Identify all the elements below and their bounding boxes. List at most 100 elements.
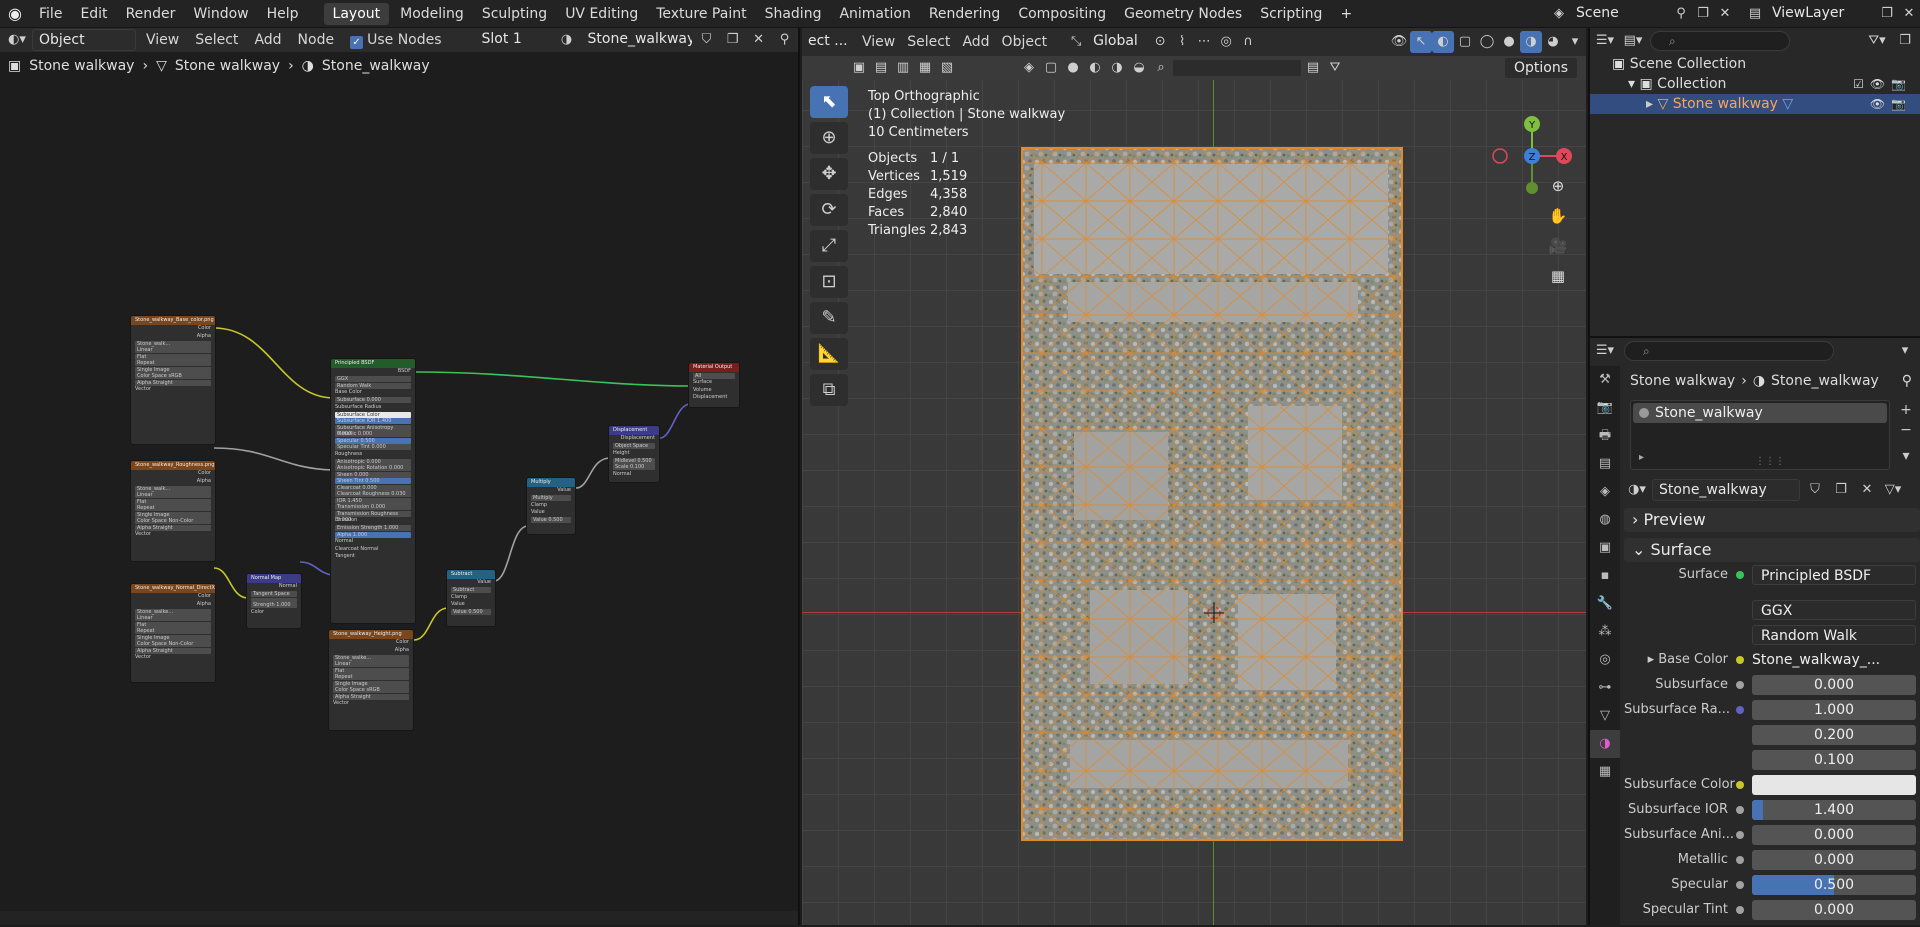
math-subtract-node[interactable]: Subtract Value Subtract Clamp Value Valu… — [446, 569, 496, 627]
math-multiply-node[interactable]: Multiply Value Multiply Clamp Value Valu… — [526, 477, 576, 535]
view-layer-icon[interactable]: ▤ — [1744, 3, 1766, 25]
cursor-tool-icon[interactable]: ⊕ — [810, 122, 848, 154]
expand-icon[interactable]: ▸ — [1639, 452, 1644, 463]
color-space-dropdown[interactable]: Color Space sRGB — [333, 687, 409, 693]
texture-tab-icon[interactable]: ▦ — [1590, 758, 1620, 786]
slot-menu-icon[interactable]: ▾ — [1896, 446, 1916, 466]
node-field[interactable]: Subsurface IOR 1.400 — [335, 418, 411, 424]
view-filter-icon[interactable]: ● — [1062, 57, 1084, 79]
image-texture-node-base-color[interactable]: Stone_walkway_Base_color.png Color Alpha… — [130, 315, 216, 445]
duplicate-material-icon[interactable]: ❐ — [1830, 479, 1852, 501]
collection-tab-icon[interactable]: ▣ — [1590, 534, 1620, 562]
scene-tab-icon[interactable]: ◈ — [1590, 478, 1620, 506]
physics-tab-icon[interactable]: ◎ — [1590, 646, 1620, 674]
perspective-grid-icon[interactable]: ▦ — [1544, 262, 1572, 290]
properties-search-input[interactable]: ⌕ — [1624, 341, 1834, 361]
interpolation-dropdown[interactable]: Linear — [135, 615, 211, 621]
distribution-dropdown[interactable]: GGX — [1752, 599, 1916, 620]
node-field[interactable]: Transmission Roughness 0.000 — [335, 510, 411, 523]
options-icon[interactable]: ▾ — [1894, 340, 1916, 362]
orientation-dropdown[interactable]: Global — [1087, 31, 1149, 53]
falloff-icon[interactable]: ∩ — [1237, 31, 1259, 53]
extension-dropdown[interactable]: Repeat — [333, 674, 409, 680]
material-slot-item[interactable]: Stone_walkway — [1633, 403, 1887, 423]
alpha-dropdown[interactable]: Alpha Straight — [333, 693, 409, 700]
visibility-toggles[interactable]: ☑👁📷 — [1853, 74, 1912, 94]
node-field[interactable]: Subsurface Anisotropy 0.000 — [335, 424, 411, 437]
view-layer-field[interactable]: ViewLayer — [1766, 3, 1876, 25]
node-field[interactable]: Specular 0.500 — [335, 437, 411, 444]
view-filter-icon[interactable]: ◑ — [1106, 57, 1128, 79]
transform-orientation-icon[interactable]: ⤡ — [1065, 31, 1087, 53]
tab-rendering[interactable]: Rendering — [920, 0, 1010, 28]
view-filter-icon[interactable]: ◒ — [1128, 57, 1150, 79]
menu-select[interactable]: Select — [901, 34, 956, 50]
interaction-mode-dropdown[interactable]: ect ... — [802, 31, 856, 53]
editor-type-icon[interactable]: ☰▾ — [1594, 340, 1616, 362]
alpha-dropdown[interactable]: Alpha Straight — [135, 524, 211, 531]
scale-field[interactable]: Scale 0.100 — [613, 464, 655, 470]
tab-uv-editing[interactable]: UV Editing — [556, 0, 647, 28]
shading-material-icon[interactable]: ◑ — [1520, 31, 1542, 53]
shading-options-icon[interactable]: ▾ — [1564, 31, 1586, 53]
visibility-icon[interactable]: 👁 — [1388, 31, 1410, 53]
view-filter-icon[interactable]: ▢ — [1040, 57, 1062, 79]
principled-bsdf-node[interactable]: Principled BSDF BSDF GGX Random Walk Bas… — [330, 358, 416, 624]
chevron-down-icon[interactable]: ▾ — [1628, 76, 1635, 92]
view-filter-icon[interactable]: ◐ — [1084, 57, 1106, 79]
scale-tool-icon[interactable]: ⤢ — [810, 230, 848, 262]
proportional-edit-icon[interactable]: ◎ — [1215, 31, 1237, 53]
image-field[interactable]: Stone_walk... — [135, 485, 211, 492]
operation-dropdown[interactable]: Multiply — [531, 495, 571, 501]
add-cube-tool-icon[interactable]: ⧉ — [810, 374, 848, 406]
tab-animation[interactable]: Animation — [830, 0, 919, 28]
editor-type-icon[interactable]: ☰▾ — [1594, 30, 1616, 52]
snap-target-icon[interactable]: ⋯ — [1193, 31, 1215, 53]
node-field[interactable]: Metallic 0.000 — [335, 431, 411, 437]
value-field[interactable]: Value 0.500 — [451, 609, 491, 615]
subsurface-method-dropdown[interactable]: Random Walk — [335, 382, 411, 389]
interpolation-dropdown[interactable]: Linear — [135, 347, 211, 353]
stone-walkway-mesh[interactable] — [1020, 144, 1404, 844]
subsurface-method-dropdown[interactable]: Random Walk — [1752, 624, 1916, 645]
source-dropdown[interactable]: Single Image — [135, 634, 211, 641]
source-dropdown[interactable]: Single Image — [333, 680, 409, 687]
unlink-material-icon[interactable]: ✕ — [1856, 479, 1878, 501]
select-box-tool-icon[interactable]: ⬉ — [810, 86, 848, 118]
modifier-tab-icon[interactable]: 🔧 — [1590, 590, 1620, 618]
extension-dropdown[interactable]: Repeat — [135, 505, 211, 511]
overlay-toggle-icon[interactable]: ◐ — [1432, 31, 1454, 53]
menu-edit[interactable]: Edit — [71, 0, 116, 28]
render-tab-icon[interactable]: 📷 — [1590, 394, 1620, 422]
select-mode-intersect-icon[interactable]: ▧ — [936, 57, 958, 79]
material-slot-list[interactable]: Stone_walkway ▸ ⋮⋮⋮ — [1630, 400, 1890, 470]
output-tab-icon[interactable]: 🖶 — [1590, 422, 1620, 450]
material-browse-icon[interactable]: ◑▾ — [1626, 479, 1648, 501]
menu-render[interactable]: Render — [117, 0, 185, 28]
node-field[interactable]: Clearcoat Roughness 0.030 — [335, 491, 411, 497]
snap-icon[interactable]: ⌇ — [1171, 31, 1193, 53]
displacement-node[interactable]: Displacement Displacement Object Space H… — [608, 425, 660, 483]
select-mode-subtract-icon[interactable]: ▥ — [892, 57, 914, 79]
search-icon[interactable]: ⌕ — [1150, 57, 1172, 79]
scene-icon[interactable]: ◈ — [1548, 3, 1570, 25]
annotate-tool-icon[interactable]: ✎ — [810, 302, 848, 334]
add-slot-icon[interactable]: + — [1896, 400, 1916, 420]
surface-shader-dropdown[interactable]: Principled BSDF — [1752, 564, 1916, 585]
blender-logo-icon[interactable]: ◉ — [0, 4, 30, 23]
delete-scene-icon[interactable]: ✕ — [1714, 3, 1736, 25]
specular-slider[interactable]: 0.500 — [1752, 874, 1916, 895]
tab-scripting[interactable]: Scripting — [1251, 0, 1331, 28]
node-color-field[interactable]: Subsurface Color — [335, 411, 411, 418]
node-field[interactable]: Subsurface 0.000 — [335, 397, 411, 403]
rotate-tool-icon[interactable]: ⟳ — [810, 194, 848, 226]
base-color-link-field[interactable]: Stone_walkway_... — [1752, 649, 1916, 670]
normal-map-node[interactable]: Normal Map Normal Tangent Space Strength… — [246, 573, 302, 629]
move-tool-icon[interactable]: ✥ — [810, 158, 848, 190]
camera-icon[interactable]: 🎥 — [1544, 232, 1572, 260]
subsurface-ior-slider[interactable]: 1.400 — [1752, 799, 1916, 820]
new-scene-icon[interactable]: ❐ — [1692, 3, 1714, 25]
interpolation-dropdown[interactable]: Linear — [135, 492, 211, 498]
image-field[interactable]: Stone_walke... — [135, 608, 211, 615]
source-dropdown[interactable]: Single Image — [135, 366, 211, 373]
